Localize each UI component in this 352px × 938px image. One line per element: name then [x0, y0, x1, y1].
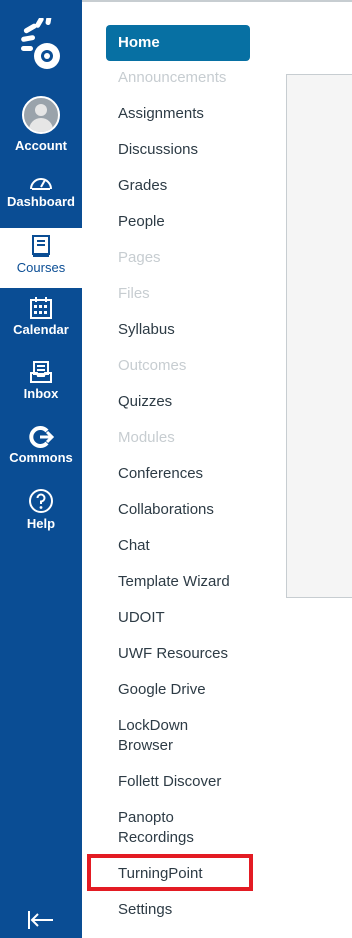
course-nav-grades[interactable]: Grades	[118, 176, 268, 196]
global-nav-label: Commons	[9, 450, 73, 465]
course-nav-announcements[interactable]: Announcements	[118, 68, 268, 88]
global-nav-label: Calendar	[13, 322, 69, 337]
global-nav-label: Help	[26, 516, 56, 531]
highlight-box	[87, 854, 253, 891]
content-panel	[286, 74, 352, 598]
course-nav-assignments[interactable]: Assignments	[118, 104, 268, 124]
avatar	[22, 96, 60, 134]
course-nav-modules[interactable]: Modules	[118, 428, 268, 448]
course-nav-label: Home	[118, 34, 160, 51]
course-nav-lockdown-browser[interactable]: LockDown Browser	[118, 716, 208, 756]
course-nav-people[interactable]: People	[118, 212, 268, 232]
course-nav-google-drive[interactable]: Google Drive	[118, 680, 268, 700]
course-nav-quizzes[interactable]: Quizzes	[118, 392, 268, 412]
top-divider	[82, 0, 352, 2]
global-nav-dashboard[interactable]: Dashboard	[0, 172, 82, 209]
global-nav-courses[interactable]: Courses	[0, 228, 82, 288]
global-nav: Account Dashboard Courses Calendar Inbox…	[0, 0, 82, 938]
global-nav-help[interactable]: Help	[0, 488, 82, 531]
course-nav-pages[interactable]: Pages	[118, 248, 268, 268]
course-nav-home[interactable]: Home	[106, 25, 250, 61]
course-nav-syllabus[interactable]: Syllabus	[118, 320, 268, 340]
global-nav-label: Courses	[16, 260, 66, 275]
courses-icon	[32, 235, 50, 257]
global-nav-account[interactable]: Account	[0, 96, 82, 153]
course-nav-collaborations[interactable]: Collaborations	[118, 500, 268, 520]
course-nav-uwf-resources[interactable]: UWF Resources	[118, 644, 268, 664]
course-nav-udoit[interactable]: UDOIT	[118, 608, 268, 628]
dashboard-icon	[30, 178, 52, 190]
inbox-icon	[30, 361, 52, 383]
course-nav-outcomes[interactable]: Outcomes	[118, 356, 268, 376]
course-nav-panopto-recordings[interactable]: Panopto Recordings	[118, 808, 208, 848]
calendar-icon	[30, 297, 52, 319]
course-nav-files[interactable]: Files	[118, 284, 268, 304]
course-nav-follett-discover[interactable]: Follett Discover	[118, 772, 268, 792]
course-nav-chat[interactable]: Chat	[118, 536, 268, 556]
canvas-logo[interactable]	[17, 18, 65, 74]
global-nav-commons[interactable]: Commons	[0, 426, 82, 465]
global-nav-label: Account	[15, 138, 67, 153]
global-nav-inbox[interactable]: Inbox	[0, 360, 82, 401]
global-nav-calendar[interactable]: Calendar	[0, 296, 82, 337]
global-nav-label: Inbox	[23, 386, 59, 401]
commons-icon	[29, 426, 54, 448]
help-icon	[29, 489, 53, 513]
course-nav-discussions[interactable]: Discussions	[118, 140, 268, 160]
global-nav-label: Dashboard	[7, 194, 75, 209]
collapse-icon[interactable]	[26, 908, 56, 932]
course-nav-conferences[interactable]: Conferences	[118, 464, 268, 484]
course-nav-settings[interactable]: Settings	[118, 900, 268, 920]
course-nav-template-wizard[interactable]: Template Wizard	[118, 572, 268, 592]
